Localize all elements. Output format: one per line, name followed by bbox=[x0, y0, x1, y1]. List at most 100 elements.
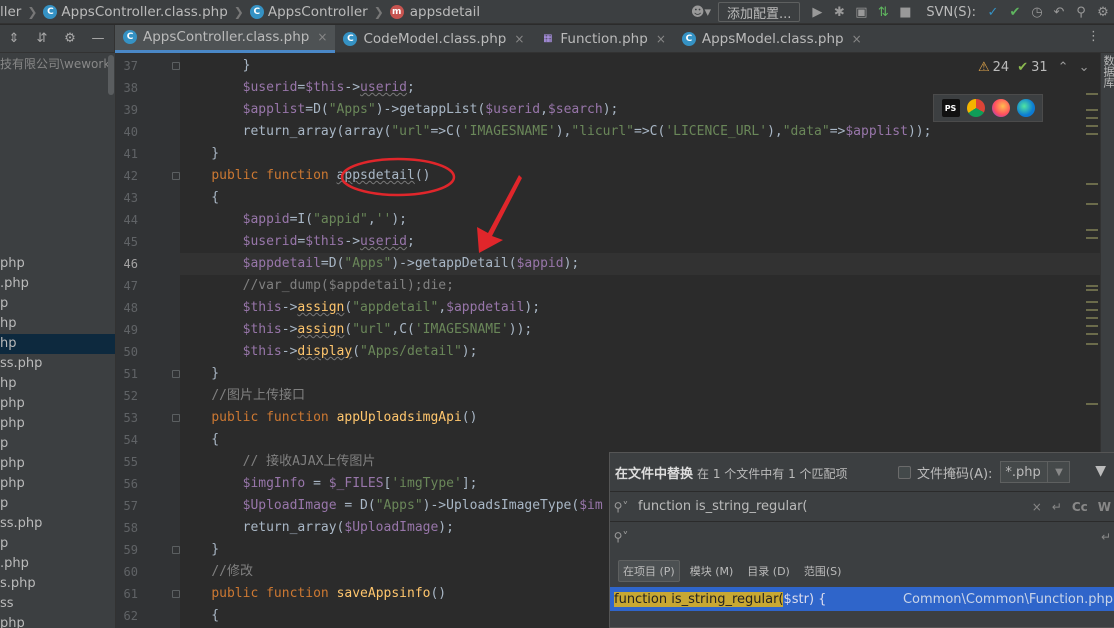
class-c-icon: C bbox=[249, 4, 264, 19]
expand-all-icon[interactable]: ⇕ bbox=[0, 28, 28, 50]
file-item[interactable]: p bbox=[0, 534, 115, 554]
code-line: $imgInfo = $_FILES['imgType']; bbox=[242, 476, 478, 491]
scope-custom[interactable]: 范围(S) bbox=[800, 561, 846, 581]
file-item[interactable]: ss bbox=[0, 594, 115, 614]
stripe-mark[interactable] bbox=[1086, 289, 1098, 291]
stripe-mark[interactable] bbox=[1086, 237, 1098, 239]
stripe-mark[interactable] bbox=[1086, 125, 1098, 127]
scrollbar[interactable] bbox=[108, 55, 114, 95]
stripe-mark[interactable] bbox=[1086, 203, 1098, 205]
minimize-icon[interactable]: — bbox=[84, 28, 112, 50]
search-input[interactable]: function is_string_regular( bbox=[638, 499, 807, 514]
breadcrumb-class[interactable]: AppsController bbox=[268, 4, 368, 20]
filter-icon[interactable]: ▼ bbox=[1095, 463, 1106, 479]
project-root[interactable]: 技有限公司\wework bbox=[0, 55, 110, 72]
scope-project[interactable]: 在项目 (P) bbox=[618, 560, 680, 582]
inspections-widget[interactable]: ⚠ 24 ✔ 31 ⌃ ⌄ bbox=[978, 58, 1089, 76]
file-mask-select[interactable]: *.php ▼ bbox=[1000, 461, 1071, 483]
file-item[interactable]: php bbox=[0, 254, 115, 274]
close-icon[interactable]: × bbox=[317, 30, 327, 44]
match-case-toggle[interactable]: Cc bbox=[1072, 500, 1088, 514]
chevron-right-icon: ❯ bbox=[233, 4, 244, 19]
stripe-mark[interactable] bbox=[1086, 301, 1098, 303]
history-icon[interactable]: ◷ bbox=[1026, 1, 1048, 23]
tab-code-model[interactable]: C CodeModel.class.php × bbox=[335, 25, 532, 53]
stripe-mark[interactable] bbox=[1086, 93, 1098, 95]
file-item[interactable]: hp bbox=[0, 374, 115, 394]
edge-icon[interactable] bbox=[1016, 99, 1035, 117]
stop-icon[interactable]: ■ bbox=[894, 1, 916, 23]
file-item[interactable]: ss.php bbox=[0, 514, 115, 534]
file-item[interactable]: .php bbox=[0, 274, 115, 294]
gear-icon[interactable]: ⚙ bbox=[56, 28, 84, 50]
clear-icon[interactable]: × bbox=[1032, 500, 1042, 514]
coverage-icon[interactable]: ▣ bbox=[850, 1, 872, 23]
file-item[interactable]: p bbox=[0, 294, 115, 314]
stripe-mark[interactable] bbox=[1086, 109, 1098, 111]
file-item[interactable]: .php bbox=[0, 554, 115, 574]
stripe-mark[interactable] bbox=[1086, 325, 1098, 327]
stripe-mark[interactable] bbox=[1086, 403, 1098, 405]
fold-marker[interactable] bbox=[172, 172, 180, 180]
debug-icon[interactable]: ✱ bbox=[828, 1, 850, 23]
firefox-icon[interactable] bbox=[991, 99, 1010, 117]
fold-marker[interactable] bbox=[172, 590, 180, 598]
stripe-mark[interactable] bbox=[1086, 229, 1098, 231]
search-icon: ⚲˅ bbox=[613, 529, 629, 544]
fold-marker[interactable] bbox=[172, 546, 180, 554]
svn-update-icon[interactable]: ✓ bbox=[982, 1, 1004, 23]
file-item[interactable]: php bbox=[0, 474, 115, 494]
file-item[interactable]: ss.php bbox=[0, 354, 115, 374]
close-icon[interactable]: × bbox=[656, 32, 666, 46]
fold-marker[interactable] bbox=[172, 370, 180, 378]
fold-marker[interactable] bbox=[172, 62, 180, 70]
stripe-mark[interactable] bbox=[1086, 343, 1098, 345]
more-tabs-icon[interactable]: ⋮ bbox=[1087, 29, 1100, 44]
stripe-mark[interactable] bbox=[1086, 117, 1098, 119]
stripe-mark[interactable] bbox=[1086, 183, 1098, 185]
run-icon[interactable]: ▶ bbox=[806, 1, 828, 23]
chevron-up-icon[interactable]: ⌃ bbox=[1058, 60, 1069, 75]
file-mask-checkbox[interactable] bbox=[898, 465, 911, 479]
close-icon[interactable]: × bbox=[514, 32, 524, 46]
file-item[interactable]: p bbox=[0, 494, 115, 514]
tab-apps-model[interactable]: C AppsModel.class.php × bbox=[674, 25, 870, 53]
breadcrumb-method[interactable]: appsdetail bbox=[410, 4, 480, 20]
stripe-mark[interactable] bbox=[1086, 333, 1098, 335]
words-toggle[interactable]: W bbox=[1098, 500, 1111, 514]
result-row[interactable]: function is_string_regular( $str) { Comm… bbox=[610, 587, 1114, 611]
newline-icon[interactable]: ↵ bbox=[1052, 500, 1062, 514]
tab-apps-controller[interactable]: C AppsController.class.php × bbox=[115, 24, 336, 53]
file-item[interactable]: s.php bbox=[0, 574, 115, 594]
scope-module[interactable]: 模块 (M) bbox=[686, 561, 738, 581]
collapse-all-icon[interactable]: ⇵ bbox=[28, 28, 56, 50]
file-item-selected[interactable]: hp bbox=[0, 334, 115, 354]
breadcrumb-file[interactable]: AppsController.class.php bbox=[61, 4, 227, 20]
attach-icon[interactable]: ⇅ bbox=[872, 1, 894, 23]
close-icon[interactable]: × bbox=[852, 32, 862, 46]
breadcrumb-folder[interactable]: ller bbox=[0, 4, 21, 20]
line-number: 52 bbox=[123, 389, 138, 403]
phpstorm-icon[interactable]: PS bbox=[941, 99, 960, 117]
stripe-mark[interactable] bbox=[1086, 309, 1098, 311]
tab-function[interactable]: ▦ Function.php × bbox=[532, 25, 673, 53]
search-icon[interactable]: ⚲ bbox=[1070, 1, 1092, 23]
user-icon[interactable]: ☻▾ bbox=[690, 1, 712, 23]
file-item[interactable]: php bbox=[0, 394, 115, 414]
newline-icon[interactable]: ↵ bbox=[1101, 530, 1111, 544]
file-item[interactable]: php bbox=[0, 454, 115, 474]
scope-directory[interactable]: 目录 (D) bbox=[743, 561, 794, 581]
rollback-icon[interactable]: ↶ bbox=[1048, 1, 1070, 23]
file-item[interactable]: p bbox=[0, 434, 115, 454]
file-item[interactable]: php bbox=[0, 614, 115, 628]
stripe-mark[interactable] bbox=[1086, 317, 1098, 319]
fold-marker[interactable] bbox=[172, 414, 180, 422]
file-item[interactable]: php bbox=[0, 414, 115, 434]
add-configuration-button[interactable]: 添加配置... bbox=[717, 2, 801, 22]
stripe-mark[interactable] bbox=[1086, 285, 1098, 287]
chrome-icon[interactable] bbox=[966, 99, 985, 117]
svn-commit-icon[interactable]: ✔ bbox=[1004, 1, 1026, 23]
file-item[interactable]: hp bbox=[0, 314, 115, 334]
settings-icon[interactable]: ⚙ bbox=[1092, 1, 1114, 23]
stripe-mark[interactable] bbox=[1086, 133, 1098, 135]
